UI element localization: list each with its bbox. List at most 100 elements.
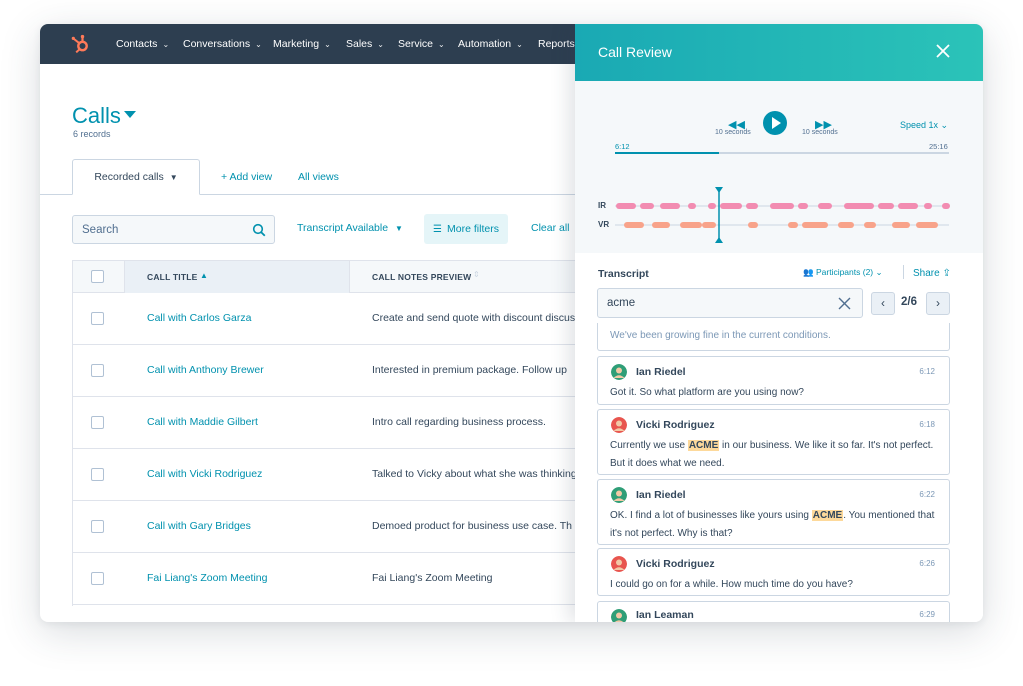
- call-review-panel: Call Review ◀◀ 10 seconds ▶▶ 10 seconds …: [575, 24, 983, 622]
- row-checkbox[interactable]: [91, 520, 104, 533]
- tab-recorded-calls[interactable]: Recorded calls ▼: [72, 159, 200, 195]
- table-row[interactable]: Call with Maddie Gilbert Intro call rega…: [73, 397, 581, 449]
- speaker-name: Vicki Rodriguez: [636, 558, 715, 570]
- nav-contacts[interactable]: Contacts ⌄: [116, 24, 169, 64]
- progress-fill: [615, 152, 719, 154]
- row-checkbox[interactable]: [91, 572, 104, 585]
- clear-icon[interactable]: [838, 297, 851, 310]
- audio-player: ◀◀ 10 seconds ▶▶ 10 seconds Speed 1x ⌄ 6…: [575, 81, 983, 253]
- rewind-label: 10 seconds: [715, 129, 751, 136]
- table-row[interactable]: Fai Liang's Zoom Meeting Fai Liang's Zoo…: [73, 553, 581, 605]
- table-row[interactable]: Call with Vicki Rodriguez Talked to Vick…: [73, 449, 581, 501]
- transcript-message[interactable]: Ian Riedel 6:22 OK. I find a lot of busi…: [597, 479, 950, 545]
- table-header: CALL TITLE ▲ CALL NOTES PREVIEW ⇕: [73, 261, 581, 293]
- caret-down-icon: ▼: [395, 224, 403, 233]
- previous-match-button[interactable]: ‹: [871, 292, 895, 315]
- transcript-message[interactable]: Ian Leaman 6:29: [597, 601, 950, 622]
- more-filters-button[interactable]: ☰ More filters: [424, 214, 508, 244]
- nav-label: Service: [398, 38, 434, 50]
- total-time: 25:16: [929, 142, 948, 151]
- call-notes-preview: Fai Liang's Zoom Meeting: [372, 572, 493, 584]
- table-row[interactable]: Call with Gary Bridges Demoed product fo…: [73, 501, 581, 553]
- table-row[interactable]: Call with Anthony Brewer Interested in p…: [73, 345, 581, 397]
- play-button[interactable]: [763, 111, 787, 135]
- next-match-button[interactable]: ›: [926, 292, 950, 315]
- nav-label: Marketing: [273, 38, 320, 50]
- page-title[interactable]: Calls: [72, 103, 121, 129]
- row-checkbox[interactable]: [91, 468, 104, 481]
- chevron-down-icon: ⌄: [940, 120, 949, 130]
- row-checkbox[interactable]: [91, 416, 104, 429]
- avatar: [611, 487, 627, 503]
- search-icon: [252, 223, 266, 237]
- filter-label: More filters: [447, 223, 499, 235]
- message-timestamp[interactable]: 6:22: [919, 490, 935, 499]
- header-call-title[interactable]: CALL TITLE ▲: [125, 261, 350, 293]
- nav-label: Sales: [346, 38, 373, 50]
- sort-ascending-icon: ▲: [200, 271, 208, 280]
- close-icon[interactable]: [935, 43, 951, 59]
- playhead-bottom-marker: [715, 237, 723, 243]
- avatar: [611, 417, 627, 433]
- message-timestamp[interactable]: 6:12: [919, 367, 935, 376]
- column-header: CALL TITLE: [147, 272, 198, 282]
- transcript-filter-dropdown[interactable]: Transcript Available ▼: [297, 222, 403, 234]
- track-label-vr: VR: [598, 220, 610, 229]
- filter-label: Transcript Available: [297, 222, 389, 234]
- nav-conversations[interactable]: Conversations ⌄: [183, 24, 262, 64]
- call-title-link[interactable]: Call with Gary Bridges: [147, 520, 251, 532]
- share-icon: ⇪: [942, 268, 951, 279]
- nav-service[interactable]: Service ⌄: [398, 24, 445, 64]
- app-window: Contacts ⌄ Conversations ⌄ Marketing ⌄ Sale…: [40, 24, 983, 622]
- transcript-label: Transcript: [598, 268, 649, 280]
- transcript-message-partial: We've been growing fine in the current c…: [597, 323, 950, 351]
- row-checkbox[interactable]: [91, 312, 104, 325]
- call-title-link[interactable]: Fai Liang's Zoom Meeting: [147, 572, 267, 584]
- transcript-search-input[interactable]: acme: [597, 288, 863, 318]
- chevron-right-icon: ›: [936, 296, 940, 310]
- nav-label: Automation: [458, 38, 512, 50]
- current-time: 6:12: [615, 142, 630, 151]
- all-views-link[interactable]: All views: [298, 171, 339, 183]
- playhead-top-marker: [715, 187, 723, 193]
- transcript-message[interactable]: Ian Riedel 6:12 Got it. So what platform…: [597, 356, 950, 405]
- message-timestamp[interactable]: 6:18: [919, 420, 935, 429]
- row-checkbox[interactable]: [91, 364, 104, 377]
- message-text: I could go on for a while. How much time…: [610, 579, 853, 590]
- transcript-message[interactable]: Vicki Rodriguez 6:26 I could go on for a…: [597, 548, 950, 596]
- call-title-link[interactable]: Call with Maddie Gilbert: [147, 416, 258, 428]
- select-all-checkbox[interactable]: [91, 270, 104, 283]
- clear-all-link[interactable]: Clear all: [531, 222, 570, 234]
- search-input[interactable]: Search: [72, 215, 275, 244]
- table-row[interactable]: Call with Carlos Garza Create and send q…: [73, 293, 581, 345]
- caret-down-icon[interactable]: [124, 111, 136, 118]
- transcript-message[interactable]: Vicki Rodriguez 6:18 Currently we use AC…: [597, 409, 950, 475]
- avatar: [611, 556, 627, 572]
- call-title-link[interactable]: Call with Vicki Rodriguez: [147, 468, 262, 480]
- message-timestamp[interactable]: 6:29: [919, 610, 935, 619]
- message-timestamp[interactable]: 6:26: [919, 559, 935, 568]
- participants-label: Participants (2): [815, 267, 874, 277]
- panel-header: Call Review: [575, 24, 983, 81]
- share-label: Share: [913, 268, 940, 279]
- sort-icon: ⇕: [473, 270, 480, 279]
- call-title-link[interactable]: Call with Anthony Brewer: [147, 364, 264, 376]
- chevron-down-icon: ⌄: [255, 39, 262, 49]
- participants-dropdown[interactable]: 👥 Participants (2) ⌄: [803, 267, 883, 278]
- chevron-down-icon: ⌄: [162, 39, 170, 49]
- add-view-link[interactable]: + Add view: [221, 171, 272, 183]
- nav-marketing[interactable]: Marketing ⌄: [273, 24, 331, 64]
- hubspot-logo-icon[interactable]: [70, 33, 92, 55]
- chevron-down-icon: ⌄: [377, 39, 384, 49]
- nav-sales[interactable]: Sales ⌄: [346, 24, 384, 64]
- nav-reports[interactable]: Reports: [538, 24, 575, 64]
- nav-automation[interactable]: Automation ⌄: [458, 24, 523, 64]
- call-notes-preview: Talked to Vicky about what she was think…: [372, 468, 577, 480]
- column-header[interactable]: CALL NOTES PREVIEW: [372, 272, 471, 282]
- speed-dropdown[interactable]: Speed 1x ⌄: [900, 120, 948, 131]
- share-button[interactable]: Share ⇪: [913, 268, 951, 279]
- speaker-tracks[interactable]: [615, 166, 955, 246]
- call-title-link[interactable]: Call with Carlos Garza: [147, 312, 251, 324]
- search-placeholder: Search: [82, 223, 119, 236]
- chevron-down-icon: ⌄: [438, 39, 445, 49]
